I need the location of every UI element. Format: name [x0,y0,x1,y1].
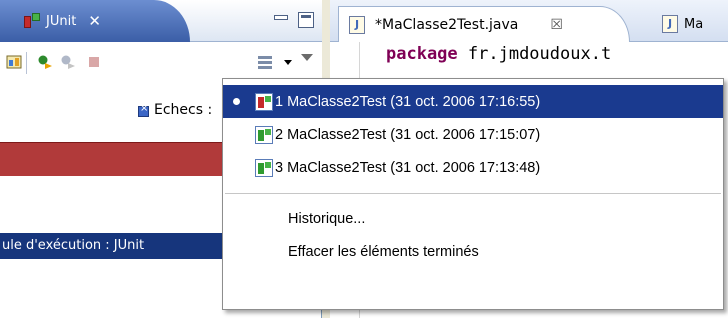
maximize-icon[interactable] [298,12,314,28]
close-icon[interactable]: ✕ [88,12,101,30]
view-menu-icon[interactable] [301,54,313,61]
clear-terminated-menu-item[interactable]: Effacer les éléments terminés [223,235,723,268]
runner-status: ule d'exécution : JUnit [0,233,230,259]
junit-tab[interactable]: JUnit ✕ [0,0,190,42]
radio-dot-icon [233,98,240,105]
passed-run-icon [255,125,273,144]
junit-icon [24,13,42,29]
editor-tab-second-label: Ma [684,16,704,32]
code-line[interactable]: package fr.jmdoudoux.t [386,44,611,64]
code-keyword: package [386,44,458,64]
failure-icon [138,103,149,117]
history-item[interactable]: 3 MaClasse2Test (31 oct. 2006 17:13:48) [223,151,723,184]
code-text: fr.jmdoudoux.t [457,44,612,64]
minimize-icon[interactable] [272,12,288,28]
junit-tabbar: JUnit ✕ [0,0,322,42]
history-item-label: 3 MaClasse2Test (31 oct. 2006 17:13:48) [275,159,541,176]
chevron-down-icon[interactable] [284,60,292,65]
java-file-icon: J [662,15,678,33]
history-item-label: 1 MaClasse2Test (31 oct. 2006 17:16:55) [275,93,541,110]
history-list-icon[interactable] [258,54,274,70]
clear-terminated-label: Effacer les éléments terminés [288,243,479,260]
editor-tabbar: J *MaClasse2Test.java ☒ J Ma [330,0,728,42]
close-icon[interactable]: ☒ [550,17,563,33]
show-failures-icon[interactable] [6,54,22,70]
menu-separator [225,193,721,194]
history-item[interactable]: 1 MaClasse2Test (31 oct. 2006 17:16:55) [223,85,723,118]
history-label: Historique... [288,210,366,227]
rerun-failed-icon[interactable] [60,54,76,70]
failed-run-icon [255,92,273,111]
history-item[interactable]: 2 MaClasse2Test (31 oct. 2006 17:15:07) [223,118,723,151]
passed-run-icon [255,158,273,177]
history-item-label: 2 MaClasse2Test (31 oct. 2006 17:15:07) [275,126,541,143]
editor-tab-second[interactable]: J Ma [636,6,728,42]
history-menu-item[interactable]: Historique... [223,202,723,235]
history-menu: 1 MaClasse2Test (31 oct. 2006 17:16:55) … [222,78,724,310]
rerun-icon[interactable] [37,54,53,70]
editor-tab-active[interactable]: J *MaClasse2Test.java ☒ [338,6,630,42]
junit-tab-label: JUnit [46,13,77,29]
toolbar-separator [26,52,27,74]
echecs-label: Echecs : [154,102,213,118]
stop-icon[interactable] [86,54,102,70]
junit-toolbar [0,42,322,82]
java-file-icon: J [349,15,365,34]
editor-tab-label: *MaClasse2Test.java [375,16,519,33]
